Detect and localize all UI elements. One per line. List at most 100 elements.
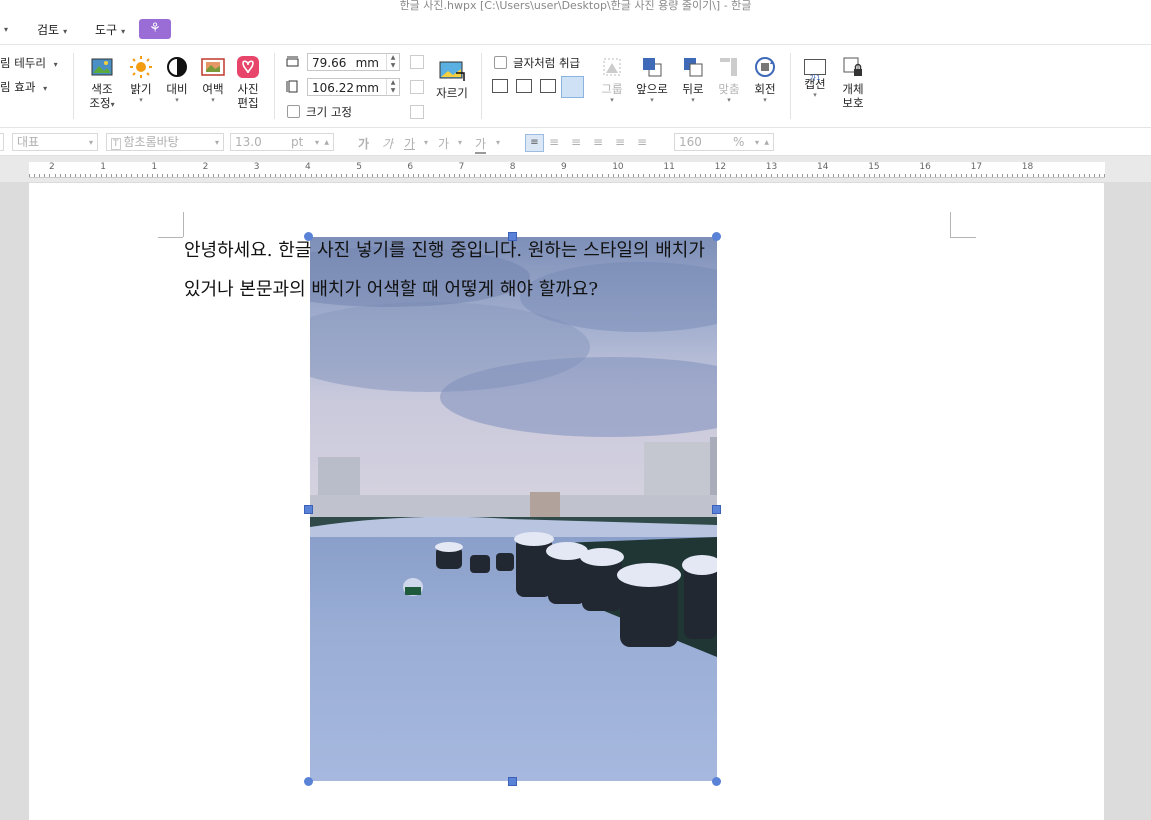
resize-handle-bottom-left[interactable] (304, 777, 313, 786)
resize-handle-bottom[interactable] (508, 777, 517, 786)
underline-icon[interactable]: 가 (404, 135, 415, 152)
picture-effect-label: 림 효과 (0, 80, 36, 94)
distribute-icon[interactable]: ≡ (615, 135, 625, 149)
body-text-line-1[interactable]: 안녕하세요. 한글 사진 넣기를 진행 중입니다. 원하는 스타일의 배치가 (184, 236, 950, 262)
strikethrough-icon[interactable]: 가 (438, 135, 449, 152)
font-size-value: 13.0 (235, 135, 262, 149)
rotate-button[interactable]: 회전 ▾ (748, 55, 782, 104)
ruler-tick (413, 174, 414, 177)
font-select[interactable]: T 함초롬바탕 ▾ (106, 133, 224, 151)
menu-review[interactable]: 검토 ▾ (37, 21, 67, 38)
align-center-icon[interactable]: ≡ (571, 135, 581, 149)
ruler-tick (177, 174, 179, 177)
inserted-photo[interactable] (310, 237, 717, 781)
ruler-tick (228, 174, 230, 177)
underline-dropdown-icon[interactable]: ▾ (424, 138, 428, 147)
line-spacing-spinner[interactable]: 160% ▾ ▲ (674, 133, 774, 151)
ruler-tick (336, 174, 338, 177)
picture-border-menu[interactable]: 림 테두리 ▾ (0, 55, 58, 71)
ruler-tick (167, 174, 169, 177)
ruler-number: 16 (919, 162, 931, 172)
ruler-tick (494, 174, 496, 177)
object-protect-button[interactable]: 개체 보호 (836, 55, 870, 110)
resize-handle-top-right[interactable] (712, 232, 721, 241)
object-protect-label: 개체 보호 (842, 82, 864, 110)
ruler-tick (935, 174, 937, 177)
wrap-tight-icon[interactable] (516, 79, 532, 93)
landscape-icon (91, 58, 113, 76)
ruler-tick (131, 174, 133, 177)
ruler-tick (100, 174, 102, 177)
italic-icon[interactable]: 가 (382, 135, 393, 152)
fix-size-checkbox[interactable] (287, 105, 300, 118)
contrast-button[interactable]: 대비 ▾ (160, 55, 194, 104)
photo-edit-button[interactable]: 사진 편집 (231, 55, 265, 110)
size-option-icon-1[interactable] (410, 55, 424, 69)
size-option-icon-2[interactable] (410, 80, 424, 94)
send-backward-button[interactable]: 뒤로 ▾ (676, 55, 710, 104)
ruler-tick (331, 174, 333, 177)
font-type-icon: T (111, 138, 121, 150)
resize-handle-left[interactable] (304, 505, 313, 514)
tulip-icon[interactable]: ⚘ (139, 19, 171, 39)
crop-button[interactable]: 자르기 (433, 59, 471, 100)
ruler-tick (628, 174, 630, 177)
ruler-tick (674, 174, 676, 177)
ruler-tick (756, 174, 758, 177)
ruler-tick (812, 174, 814, 177)
ruler-tick (940, 174, 942, 177)
ruler-tick (402, 174, 404, 177)
resize-handle-bottom-right[interactable] (712, 777, 721, 786)
style-select[interactable]: 대표 ▾ (12, 133, 98, 151)
bold-icon[interactable]: 가 (358, 135, 369, 152)
justify-icon[interactable]: ≡ (525, 134, 544, 152)
ruler-tick (617, 174, 619, 177)
wrap-front-icon[interactable] (561, 76, 584, 98)
font-color-icon[interactable]: 가 (475, 135, 487, 154)
ruler-number: 11 (663, 162, 675, 172)
ruler-tick (397, 174, 399, 177)
ruler-tick (858, 174, 860, 177)
group-button[interactable]: 그룹 ▾ (596, 55, 628, 104)
ruler-tick (469, 174, 471, 177)
treat-as-char-checkbox[interactable] (494, 56, 507, 69)
resize-handle-top-left[interactable] (304, 232, 313, 241)
align-button[interactable]: 맞춤 ▾ (712, 55, 746, 104)
ruler-tick (622, 174, 624, 177)
color-adjust-button[interactable]: 색조 조정▾ (85, 55, 119, 112)
width-spinner[interactable]: 79.66 mm ▲ ▼ (307, 53, 400, 71)
wrap-square-icon[interactable] (492, 79, 508, 93)
bring-forward-label: 앞으로 (636, 82, 668, 96)
body-text-line-2[interactable]: 있거나 본문과의 배치가 어색할 때 어떻게 해야 할까요? (184, 275, 950, 301)
ruler-tick (443, 174, 445, 177)
height-spinner[interactable]: 106.22 mm ▲ ▼ (307, 78, 400, 96)
size-option-icon-3[interactable] (410, 105, 424, 119)
font-color-dropdown-icon[interactable]: ▾ (496, 138, 500, 147)
align-right-icon[interactable]: ≡ (593, 135, 603, 149)
ruler-tick (407, 174, 409, 177)
brightness-button[interactable]: 밝기 ▾ (124, 55, 158, 104)
menu-caret[interactable]: ▾ (0, 21, 8, 35)
ruler-number: 2 (202, 162, 209, 172)
ruler-tick (571, 174, 573, 177)
caption-button[interactable]: 가1 캡션 ▾ (798, 55, 832, 99)
align-left-icon[interactable]: ≡ (549, 135, 559, 149)
menu-tools[interactable]: 도구 ▾ (95, 21, 125, 38)
ruler-tick (643, 174, 645, 177)
ruler-tick (157, 174, 158, 177)
font-size-spinner[interactable]: 13.0 pt ▾ ▲ (230, 133, 334, 151)
wrap-behind-icon[interactable] (540, 79, 556, 93)
picture-effect-menu[interactable]: 림 효과 ▾ (0, 79, 47, 95)
bring-forward-button[interactable]: 앞으로 ▾ (634, 55, 670, 104)
ruler-tick (1063, 174, 1065, 177)
ruler-tick (474, 174, 476, 177)
ruler-number: 13 (765, 162, 778, 172)
strikethrough-dropdown-icon[interactable]: ▾ (458, 138, 462, 147)
resize-handle-right[interactable] (712, 505, 721, 514)
ruler-tick (612, 174, 614, 177)
ruler-tick (300, 174, 302, 177)
divide-icon[interactable]: ≡ (637, 135, 647, 149)
ruler-tick (459, 174, 461, 177)
margin-button[interactable]: 여백 ▾ (196, 55, 230, 104)
resize-handle-top[interactable] (508, 232, 517, 241)
